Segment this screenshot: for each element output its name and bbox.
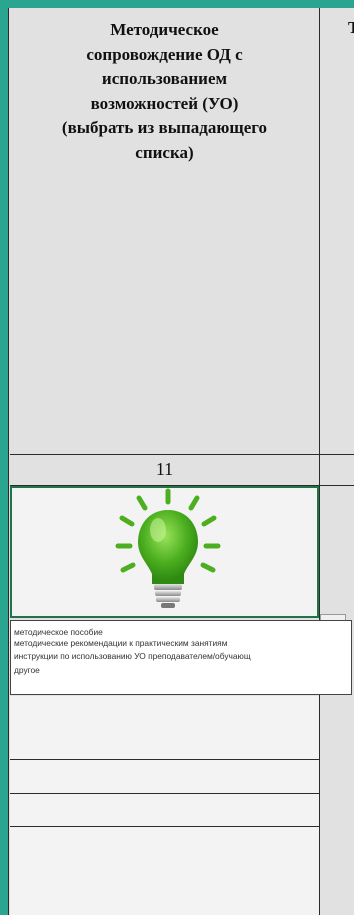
header-line: сопровождение ОД с bbox=[86, 44, 243, 64]
dropdown-option[interactable]: методические рекомендации к практическим… bbox=[14, 636, 348, 651]
column-header-text: Методическое сопровождение ОД с использо… bbox=[16, 18, 313, 165]
divider bbox=[320, 454, 354, 455]
left-border bbox=[8, 8, 9, 915]
header-line: списка) bbox=[135, 142, 194, 162]
spreadsheet-frame: Методическое сопровождение ОД с использо… bbox=[8, 8, 354, 915]
empty-cell[interactable] bbox=[10, 794, 319, 827]
column-header-cell[interactable]: Методическое сопровождение ОД с использо… bbox=[10, 8, 319, 455]
lightbulb-icon bbox=[115, 488, 221, 608]
column-number-cell[interactable]: 11 bbox=[10, 455, 319, 486]
empty-cell[interactable] bbox=[10, 696, 319, 760]
empty-cell[interactable] bbox=[10, 827, 319, 915]
dropdown-option[interactable]: другое bbox=[14, 663, 348, 678]
header-line: Методическое bbox=[110, 20, 219, 39]
column-methodical-support: Методическое сопровождение ОД с использо… bbox=[10, 8, 319, 915]
column-number: 11 bbox=[155, 459, 174, 479]
header-line: возможностей (УО) bbox=[90, 93, 239, 113]
dropdown-option[interactable]: инструкции по использованию УО преподава… bbox=[14, 649, 348, 664]
divider bbox=[320, 485, 354, 486]
dropdown-list[interactable]: методическое пособие методические рекоме… bbox=[10, 620, 352, 695]
header-line: использованием bbox=[101, 69, 228, 88]
selected-dropdown-cell[interactable] bbox=[10, 486, 319, 618]
header-line: (выбрать из выпадающего bbox=[61, 118, 268, 137]
next-column-header-text: Т bbox=[348, 18, 354, 37]
column-next: Т bbox=[319, 8, 354, 915]
empty-cell[interactable] bbox=[10, 760, 319, 794]
